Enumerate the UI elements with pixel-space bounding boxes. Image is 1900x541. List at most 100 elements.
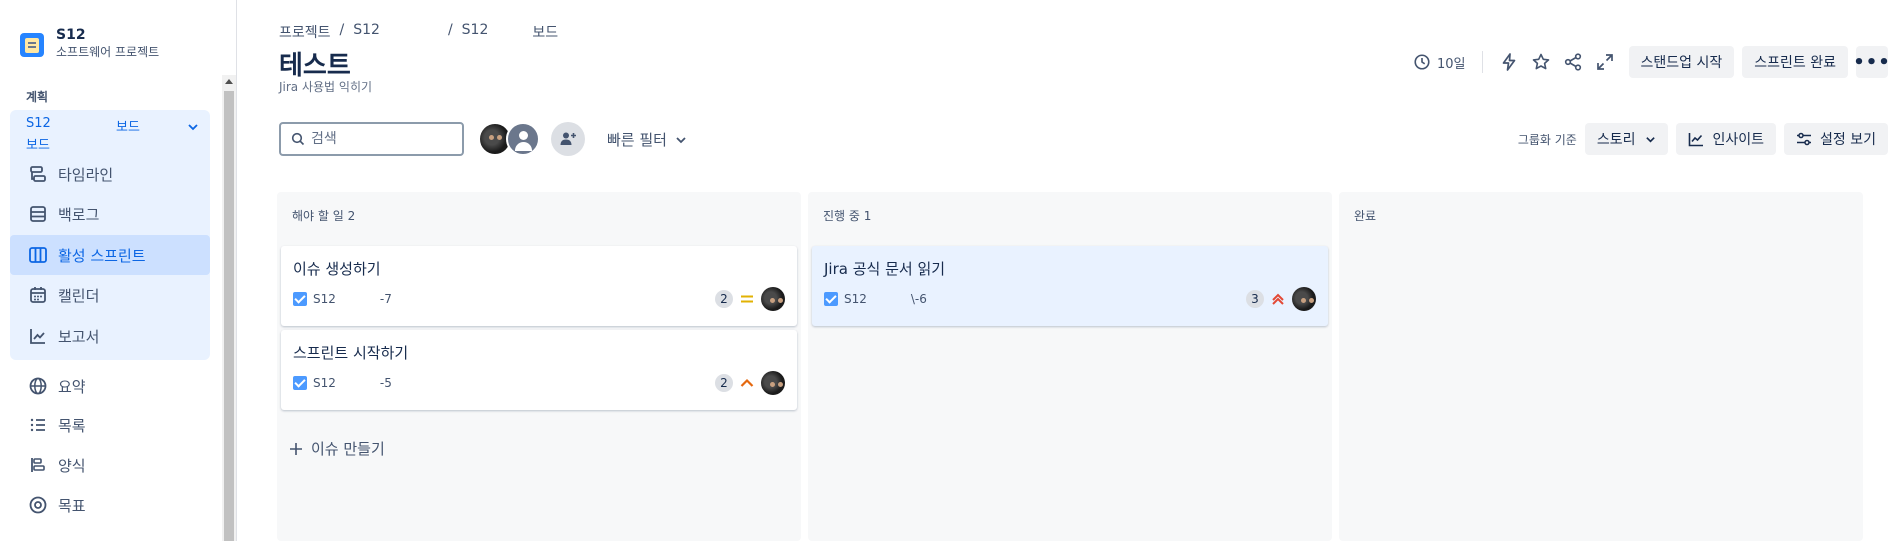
target-icon bbox=[18, 495, 58, 515]
priority-highest-icon bbox=[1272, 293, 1284, 305]
start-standup-button[interactable]: 스탠드업 시작 bbox=[1628, 46, 1735, 78]
view-settings-button[interactable]: 설정 보기 bbox=[1784, 123, 1888, 155]
issue-card[interactable]: 스프린트 시작하기 S12 -5 2 bbox=[281, 330, 797, 410]
board-selector-project: S12 bbox=[26, 116, 51, 131]
board-selector[interactable]: S12 보드 보드 bbox=[26, 116, 202, 153]
project-logo-icon bbox=[20, 33, 44, 57]
page-title: 테스트 bbox=[279, 51, 351, 81]
issue-project-key: S12 bbox=[844, 292, 867, 306]
task-type-icon bbox=[293, 292, 307, 306]
breadcrumb-projects[interactable]: 프로젝트 bbox=[279, 22, 331, 42]
days-remaining: 10일 bbox=[1413, 53, 1466, 72]
column-title: 진행 중 1 bbox=[823, 209, 872, 223]
sidebar-item-reports[interactable]: 보고서 bbox=[10, 316, 210, 356]
divider bbox=[1481, 51, 1483, 73]
sidebar-item-active-sprint[interactable]: 활성 스프린트 bbox=[10, 235, 210, 275]
issue-title: 이슈 생성하기 bbox=[293, 260, 381, 278]
column-title: 완료 bbox=[1354, 209, 1377, 223]
assignee-avatar[interactable] bbox=[761, 371, 785, 395]
assignee-avatar[interactable] bbox=[1292, 287, 1316, 311]
sidebar-item-label: 타임라인 bbox=[58, 165, 114, 184]
header-actions: 10일 스탠드업 시작 스프린트 완료 ••• bbox=[1413, 46, 1890, 78]
story-points-badge: 2 bbox=[715, 290, 733, 308]
scrollbar-thumb[interactable] bbox=[224, 91, 234, 541]
breadcrumb: 프로젝트 / S12 / S12 보드 bbox=[279, 22, 567, 42]
clock-icon bbox=[1414, 54, 1430, 70]
project-header[interactable]: S12 소프트웨어 프로젝트 bbox=[20, 26, 159, 60]
add-people-button[interactable] bbox=[551, 122, 585, 156]
section-label-planning: 계획 bbox=[26, 90, 49, 104]
sidebar-item-label: 양식 bbox=[58, 456, 86, 475]
sidebar-item-label: 활성 스프린트 bbox=[58, 246, 146, 265]
calendar-icon bbox=[18, 285, 58, 305]
insights-label: 인사이트 bbox=[1712, 132, 1765, 148]
automation-button[interactable] bbox=[1493, 46, 1525, 78]
sprint-goal: Jira 사용법 익히기 bbox=[279, 80, 373, 94]
story-points-badge: 3 bbox=[1246, 290, 1264, 308]
board-tools: 그룹화 기준 스토리 인사이트 설정 보기 bbox=[1518, 123, 1888, 155]
plus-icon bbox=[290, 442, 302, 455]
search-icon bbox=[291, 132, 305, 146]
issue-title: Jira 공식 문서 읽기 bbox=[824, 260, 946, 278]
create-issue-label: 이슈 만들기 bbox=[311, 440, 385, 458]
issue-card-right: 3 bbox=[1246, 287, 1316, 311]
sidebar-item-summary[interactable]: 요약 bbox=[10, 366, 210, 406]
sidebar-item-label: 요약 bbox=[58, 377, 86, 396]
more-actions-button[interactable]: ••• bbox=[1853, 46, 1890, 78]
priority-medium-icon bbox=[741, 295, 753, 303]
issue-card-right: 2 bbox=[715, 287, 785, 311]
story-points-badge: 2 bbox=[715, 374, 733, 392]
sidebar-item-forms[interactable]: 양식 bbox=[10, 445, 210, 485]
star-button[interactable] bbox=[1525, 46, 1557, 78]
add-user-icon bbox=[560, 132, 576, 145]
breadcrumb-board-project[interactable]: S12 bbox=[462, 22, 489, 42]
form-icon bbox=[18, 455, 58, 475]
issue-meta: S12 -7 bbox=[293, 292, 392, 306]
breadcrumb-board[interactable]: 보드 bbox=[532, 22, 558, 42]
column-done: 완료 bbox=[1339, 192, 1863, 541]
sidebar-item-list[interactable]: 목록 bbox=[10, 405, 210, 445]
timeline-icon bbox=[18, 164, 58, 184]
breadcrumb-separator: / bbox=[447, 22, 453, 38]
complete-sprint-button[interactable]: 스프린트 완료 bbox=[1742, 46, 1848, 78]
sidebar-item-timeline[interactable]: 타임라인 bbox=[10, 154, 210, 194]
issue-meta: S12 \-6 bbox=[824, 292, 927, 306]
board-icon bbox=[18, 245, 58, 265]
sidebar-item-goals[interactable]: 목표 bbox=[10, 485, 210, 525]
group-by-value: 스토리 bbox=[1596, 132, 1636, 148]
chevron-down-icon bbox=[676, 136, 686, 143]
sidebar-item-backlog[interactable]: 백로그 bbox=[10, 194, 210, 234]
globe-icon bbox=[18, 376, 58, 396]
issue-key-number: -7 bbox=[379, 292, 392, 306]
issue-meta: S12 -5 bbox=[293, 376, 392, 390]
create-issue-button[interactable]: 이슈 만들기 bbox=[289, 438, 385, 459]
search-box bbox=[279, 122, 464, 156]
unassigned-avatar-icon[interactable] bbox=[506, 122, 540, 156]
settings-sliders-icon bbox=[1797, 132, 1812, 146]
issue-card[interactable]: Jira 공식 문서 읽기 S12 \-6 3 bbox=[812, 246, 1328, 326]
star-icon bbox=[1532, 53, 1549, 70]
project-type: 소프트웨어 프로젝트 bbox=[56, 45, 160, 59]
assignee-avatar[interactable] bbox=[761, 287, 785, 311]
group-by-dropdown[interactable]: 스토리 bbox=[1584, 123, 1669, 155]
chevron-down-icon bbox=[188, 124, 198, 131]
sidebar-item-calendar[interactable]: 캘린더 bbox=[10, 275, 210, 315]
insights-icon bbox=[1689, 133, 1704, 147]
scroll-up-arrow-icon[interactable] bbox=[225, 79, 233, 84]
quick-filter-dropdown[interactable]: 빠른 필터 bbox=[607, 129, 687, 150]
fullscreen-button[interactable] bbox=[1589, 46, 1621, 78]
issue-project-key: S12 bbox=[313, 292, 336, 306]
lightning-icon bbox=[1502, 53, 1515, 71]
expand-icon bbox=[1596, 54, 1613, 70]
search-input[interactable] bbox=[311, 131, 451, 147]
issue-card[interactable]: 이슈 생성하기 S12 -7 2 bbox=[281, 246, 797, 326]
sidebar-scrollbar[interactable] bbox=[222, 75, 236, 541]
insights-button[interactable]: 인사이트 bbox=[1676, 123, 1777, 155]
backlog-icon bbox=[18, 204, 58, 224]
breadcrumb-project[interactable]: S12 bbox=[353, 22, 380, 42]
issue-key-number: -5 bbox=[379, 376, 392, 390]
breadcrumb-separator: / bbox=[339, 22, 345, 38]
share-button[interactable] bbox=[1557, 46, 1589, 78]
priority-high-icon bbox=[740, 378, 754, 387]
task-type-icon bbox=[824, 292, 838, 306]
